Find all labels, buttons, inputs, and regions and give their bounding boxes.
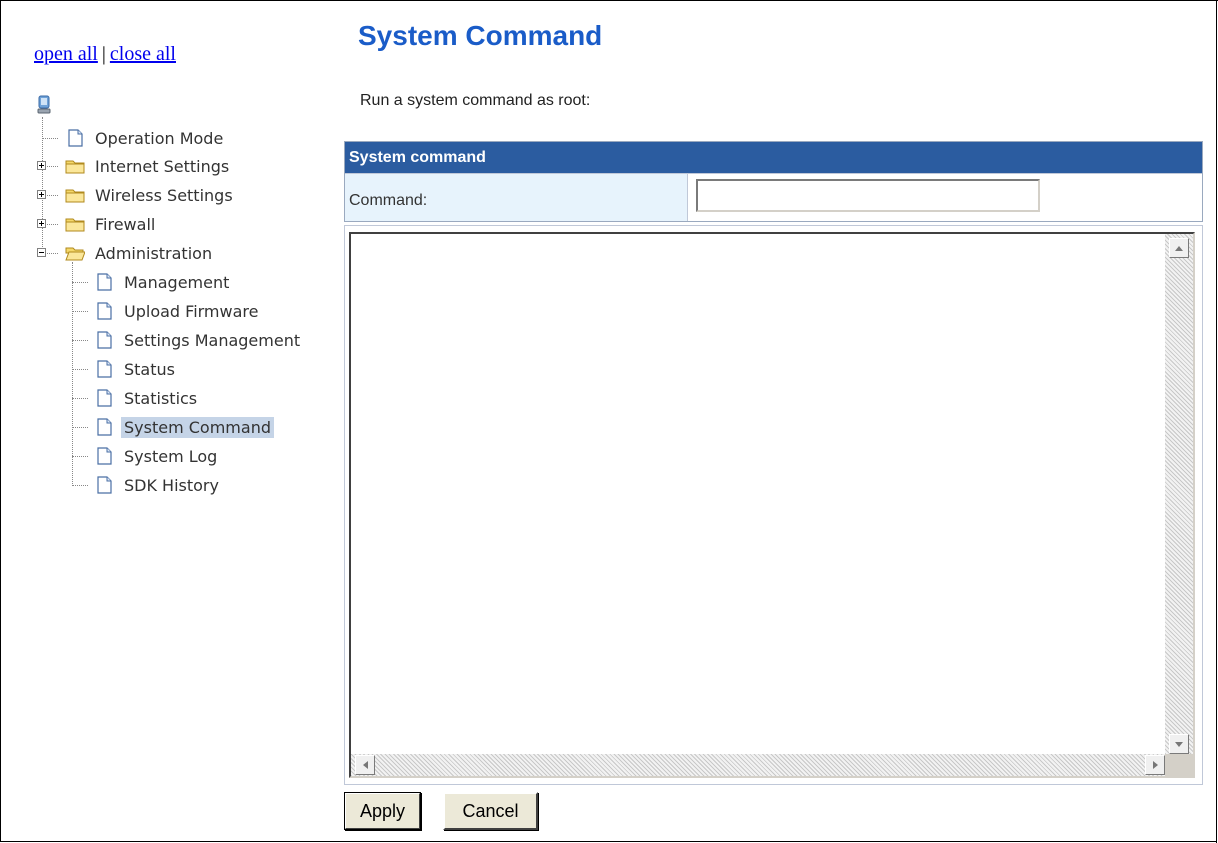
- section-header: System command: [345, 142, 1202, 173]
- expand-wireless-settings-toggle[interactable]: [37, 190, 46, 199]
- tree-item-label: System Log: [124, 446, 218, 466]
- page-icon: [97, 360, 112, 378]
- horizontal-scrollbar[interactable]: [351, 754, 1165, 776]
- tree-connector: [72, 369, 88, 370]
- page-icon: [97, 273, 112, 291]
- page-icon: [97, 331, 112, 349]
- tree-item-label: Firewall: [95, 214, 156, 234]
- tree-item-label: Settings Management: [124, 330, 301, 350]
- command-input[interactable]: [696, 179, 1040, 212]
- tree-connector: [72, 340, 88, 341]
- apply-button[interactable]: Apply: [344, 792, 421, 830]
- tree-connector: [47, 253, 58, 254]
- scroll-down-button[interactable]: [1169, 734, 1189, 754]
- expand-firewall-toggle[interactable]: [37, 219, 46, 228]
- folder-icon: [65, 189, 85, 203]
- link-separator: |: [101, 43, 106, 65]
- arrow-right-icon: [1152, 761, 1158, 769]
- tree-connector: [47, 195, 58, 196]
- tree-item-operation-mode[interactable]: Operation Mode: [65, 127, 226, 149]
- tree-item-label: Status: [124, 359, 175, 379]
- tree-item-label: Upload Firmware: [124, 301, 259, 321]
- command-output-text: [355, 236, 1161, 752]
- tree-connector: [42, 138, 58, 139]
- command-field-cell: [688, 174, 1202, 221]
- tree-item-sdk-history[interactable]: SDK History: [94, 474, 222, 496]
- folder-icon: [65, 160, 85, 174]
- tree-item-settings-management[interactable]: Settings Management: [94, 329, 303, 351]
- tree-connector: [72, 427, 88, 428]
- tree-item-system-command[interactable]: System Command: [94, 416, 274, 438]
- system-command-table: System command Command:: [344, 141, 1203, 222]
- tree-connector: [72, 456, 88, 457]
- tree-item-label: Administration: [95, 243, 213, 263]
- expand-internet-settings-toggle[interactable]: [37, 161, 46, 170]
- frame-right-border: [1216, 0, 1217, 843]
- tree-item-label: Statistics: [124, 388, 198, 408]
- tree-connector: [72, 262, 73, 486]
- page-icon: [97, 418, 112, 436]
- tree-item-label: SDK History: [124, 475, 219, 495]
- scroll-right-button[interactable]: [1145, 755, 1165, 775]
- computer-icon: [37, 95, 51, 114]
- collapse-administration-toggle[interactable]: [37, 248, 46, 257]
- tree-connector: [47, 166, 58, 167]
- tree-item-system-log[interactable]: System Log: [94, 445, 220, 467]
- tree-connector: [72, 398, 88, 399]
- tree-item-management[interactable]: Management: [94, 271, 232, 293]
- tree-item-label: Wireless Settings: [95, 185, 233, 205]
- tree-item-statistics[interactable]: Statistics: [94, 387, 200, 409]
- cancel-button[interactable]: Cancel: [443, 792, 538, 830]
- folder-open-icon: [65, 247, 85, 261]
- tree-item-label: Management: [124, 272, 230, 292]
- page-icon: [97, 302, 112, 320]
- page-icon: [97, 389, 112, 407]
- scroll-up-button[interactable]: [1169, 238, 1189, 258]
- tree-connector: [72, 311, 88, 312]
- tree-item-administration[interactable]: Administration: [65, 242, 215, 264]
- open-all-link[interactable]: open all: [34, 43, 98, 65]
- tree-connector: [47, 224, 58, 225]
- tree-item-status[interactable]: Status: [94, 358, 178, 380]
- close-all-link[interactable]: close all: [110, 43, 176, 65]
- arrow-up-icon: [1175, 245, 1183, 251]
- page-icon: [97, 447, 112, 465]
- command-row: Command:: [345, 173, 1202, 221]
- tree-connector: [72, 282, 88, 283]
- tree-item-firewall[interactable]: Firewall: [65, 213, 158, 235]
- frame-top-border: [0, 0, 1218, 1]
- scroll-left-button[interactable]: [355, 755, 375, 775]
- command-output-textarea[interactable]: [349, 232, 1195, 778]
- tree-item-label: Internet Settings: [95, 156, 230, 176]
- vertical-scrollbar[interactable]: [1165, 234, 1193, 754]
- page-title: System Command: [358, 20, 603, 51]
- tree-item-wireless-settings[interactable]: Wireless Settings: [65, 184, 236, 206]
- tree-connector: [72, 485, 88, 486]
- tree-item-upload-firmware[interactable]: Upload Firmware: [94, 300, 261, 322]
- arrow-down-icon: [1175, 741, 1183, 747]
- arrow-left-icon: [362, 761, 368, 769]
- intro-text: Run a system command as root:: [360, 92, 591, 109]
- output-container: [344, 225, 1203, 785]
- tree-controls: open all | close all: [34, 43, 176, 66]
- scrollbar-corner: [1165, 754, 1193, 776]
- page-icon: [97, 476, 112, 494]
- page-icon: [68, 129, 83, 147]
- folder-icon: [65, 218, 85, 232]
- tree-item-label: Operation Mode: [95, 128, 224, 148]
- tree-item-label: System Command: [121, 416, 274, 438]
- tree-item-internet-settings[interactable]: Internet Settings: [65, 155, 232, 177]
- command-label: Command:: [345, 174, 688, 221]
